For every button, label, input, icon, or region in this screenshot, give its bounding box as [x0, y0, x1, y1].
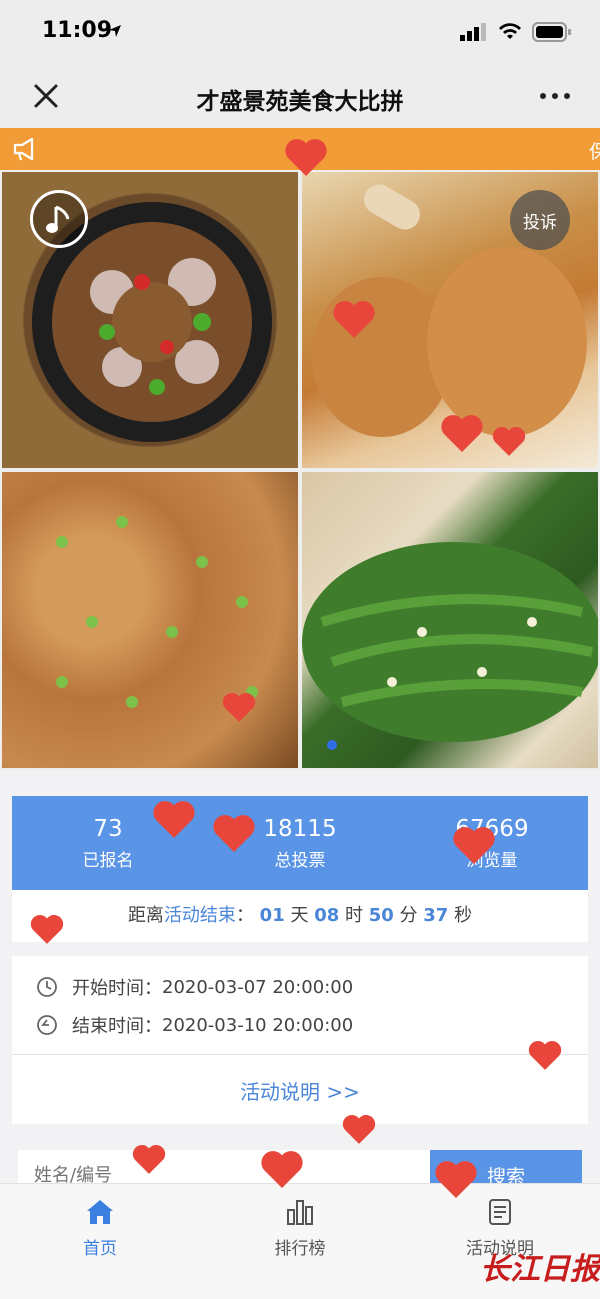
music-toggle-button[interactable] — [30, 190, 88, 248]
wifi-icon — [499, 23, 521, 39]
heart-icon — [261, 1151, 303, 1188]
more-dot-icon — [564, 93, 570, 99]
carousel-indicator — [327, 740, 337, 750]
end-time-label: 结束时间： — [72, 1016, 162, 1037]
heart-icon — [441, 415, 483, 452]
tab-label: 首页 — [83, 1239, 117, 1259]
signal-icon — [460, 23, 486, 41]
heart-icon — [153, 801, 195, 838]
complain-button[interactable]: 投诉 — [510, 190, 570, 250]
megaphone-icon — [13, 137, 34, 161]
start-time-row: 开始时间： 2020-03-07 20:00:00 — [36, 972, 353, 1002]
status-bar: 11:09 — [0, 0, 600, 64]
countdown-days-unit: 天 — [290, 905, 309, 926]
heart-icon — [342, 1114, 376, 1144]
heart-icon — [453, 827, 495, 864]
countdown-seconds-unit: 秒 — [454, 905, 473, 926]
heart-icon — [213, 815, 255, 852]
countdown-prefix: 距离 — [127, 905, 164, 926]
divider — [12, 1054, 588, 1055]
tab-label: 排行榜 — [274, 1239, 326, 1259]
start-time-label: 开始时间： — [72, 978, 162, 999]
schedule-card: 开始时间： 2020-03-07 20:00:00 结束时间： 2020-03-… — [12, 956, 588, 1124]
end-time-row: 结束时间： 2020-03-10 20:00:00 — [36, 1010, 353, 1040]
stats-panel: 73 已报名 18115 总投票 67669 浏览量 — [12, 796, 588, 890]
countdown-hours-unit: 时 — [345, 905, 363, 926]
food-photo-steamed-pork[interactable] — [2, 472, 298, 768]
food-photo-garlic-greens[interactable] — [302, 472, 598, 768]
start-time-value: 2020-03-07 20:00:00 — [162, 976, 354, 998]
bar-chart-icon — [287, 1200, 313, 1225]
notice-text: 保 — [588, 141, 600, 163]
more-dot-icon — [540, 93, 546, 99]
end-time-value: 2020-03-10 20:00:00 — [162, 1014, 354, 1036]
activity-description-link[interactable]: 活动说明 >> — [12, 1076, 588, 1105]
countdown-hours: 08 — [314, 905, 340, 926]
tab-ranking[interactable]: 排行榜 — [200, 1198, 400, 1259]
heart-icon — [30, 914, 64, 944]
countdown: 距离活动结束： 01 天 08 时 50 分 37 秒 — [12, 890, 588, 942]
tab-home[interactable]: 首页 — [0, 1198, 200, 1259]
page-title: 才盛景苑美食大比拼 — [196, 89, 404, 115]
home-icon — [87, 1200, 113, 1224]
more-menu-button[interactable] — [540, 84, 570, 108]
nav-bar: 才盛景苑美食大比拼 — [0, 64, 600, 128]
music-note-icon — [46, 205, 70, 233]
heart-icon — [285, 139, 327, 176]
location-arrow-icon — [109, 25, 121, 37]
heart-icon — [528, 1040, 562, 1070]
status-icons — [460, 22, 572, 42]
countdown-colon: ： — [235, 905, 254, 926]
heart-icon — [435, 1161, 477, 1198]
stat-label: 已报名 — [82, 851, 134, 871]
document-icon — [489, 1199, 511, 1225]
status-time: 11:09 — [42, 18, 113, 43]
timer-end-icon — [37, 1015, 57, 1035]
heart-icon — [333, 301, 375, 338]
countdown-seconds: 37 — [423, 905, 449, 926]
heart-icon — [132, 1144, 166, 1174]
countdown-days: 01 — [259, 905, 285, 926]
more-dot-icon — [552, 93, 558, 99]
heart-icon — [492, 426, 526, 456]
clock-icon — [37, 977, 57, 997]
newspaper-watermark-logo: 长江日报 — [480, 1252, 600, 1287]
food-gallery: 投诉 — [0, 170, 600, 770]
countdown-event-label: 活动结束 — [163, 905, 236, 926]
dish-illustration — [302, 542, 598, 742]
countdown-minutes: 50 — [368, 905, 394, 926]
heart-icon — [222, 692, 256, 722]
battery-icon — [532, 22, 571, 42]
countdown-minutes-unit: 分 — [399, 905, 418, 926]
dish-illustration — [56, 516, 258, 708]
